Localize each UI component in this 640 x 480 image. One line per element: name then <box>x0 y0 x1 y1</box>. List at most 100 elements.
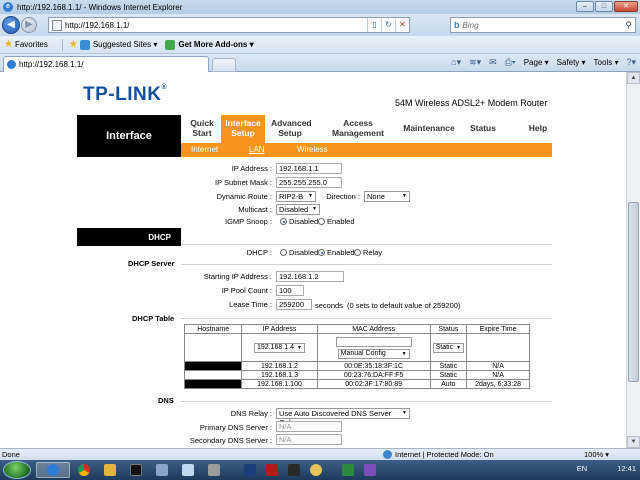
app-icon <box>310 464 322 476</box>
direction-select[interactable]: None <box>364 191 410 202</box>
lease-time-field[interactable]: 259200 <box>276 299 312 310</box>
get-addons-link[interactable]: Get More Add-ons ▾ <box>165 39 254 50</box>
language-indicator[interactable]: EN <box>577 464 587 473</box>
taskbar-ie-button[interactable] <box>36 462 70 478</box>
vertical-scrollbar[interactable]: ▲ ▼ <box>626 72 640 448</box>
compat-view-icon[interactable]: ▯ <box>367 18 381 32</box>
router-model: 54M Wireless ADSL2+ Modem Router <box>395 98 548 108</box>
bing-logo-icon: b <box>454 20 460 30</box>
page-menu[interactable]: Page ▾ <box>524 58 549 67</box>
taskbar-app-button[interactable] <box>304 462 328 478</box>
maximize-button[interactable]: □ <box>595 1 613 12</box>
forward-button[interactable]: ▶ <box>21 17 37 33</box>
start-button[interactable] <box>3 461 31 479</box>
taskbar-app-button[interactable] <box>150 462 174 478</box>
close-window-button[interactable]: ✕ <box>614 1 638 12</box>
taskbar-chrome-button[interactable] <box>72 462 96 478</box>
globe-icon <box>383 450 392 459</box>
multicast-select[interactable]: Disabled <box>276 204 320 215</box>
suggested-sites-link[interactable]: ★ Suggested Sites ▾ <box>69 39 157 50</box>
minimize-button[interactable]: – <box>576 1 594 12</box>
dhcp-relay-radio[interactable]: Relay <box>354 248 382 257</box>
address-field[interactable]: http://192.168.1.1/ ▯ ↻ ✕ <box>48 17 410 33</box>
dns-section: DNS <box>158 396 174 405</box>
safety-menu[interactable]: Safety ▾ <box>557 58 586 67</box>
tab-current[interactable]: http://192.168.1.1/ <box>3 56 209 72</box>
window-title: http://192.168.1.1/ - Windows Internet E… <box>17 2 183 12</box>
print-icon[interactable]: ⎙▾ <box>505 57 516 68</box>
security-zone[interactable]: Internet | Protected Mode: On <box>383 450 494 459</box>
subnav-wireless[interactable]: Wireless <box>297 145 328 154</box>
status-select[interactable]: Static <box>432 342 465 353</box>
taskbar-cmd-button[interactable] <box>124 462 148 478</box>
lease-note: (0 sets to default value of 259200) <box>347 301 461 310</box>
mail-icon[interactable]: ✉ <box>489 57 497 68</box>
scroll-up-icon[interactable]: ▲ <box>627 72 640 84</box>
subnet-mask-field[interactable]: 255.255.255.0 <box>276 177 342 188</box>
nav-access-management[interactable]: Access Management <box>329 118 387 138</box>
status-bar: Done Internet | Protected Mode: On 100% … <box>0 448 640 460</box>
home-icon[interactable]: ⌂▾ <box>451 57 461 68</box>
lease-time-label: Lease Time : <box>229 300 272 309</box>
favorites-star-icon: ★ <box>4 39 13 50</box>
back-button[interactable]: ◀ <box>2 16 20 34</box>
refresh-icon[interactable]: ↻ <box>381 18 395 32</box>
table-row[interactable]: 192.168.1.3 00:23:76:DA:FF:F5 Static N/A <box>183 370 530 380</box>
taskbar-app-button[interactable] <box>176 462 200 478</box>
subnav-internet[interactable]: Internet <box>191 145 218 154</box>
primary-dns-field[interactable]: N/A <box>276 421 342 432</box>
ip-select[interactable]: 192.168.1.4 <box>253 342 305 353</box>
feeds-icon[interactable]: ≋▾ <box>469 57 481 68</box>
taskbar-acrobat-button[interactable] <box>260 462 284 478</box>
help-icon[interactable]: ?▾ <box>626 57 636 68</box>
dynamic-route-select[interactable]: RIP2-B <box>276 191 316 202</box>
taskbar-explorer-button[interactable] <box>98 462 122 478</box>
dhcp-disabled-radio[interactable]: Disabled <box>280 248 318 257</box>
favorites-button[interactable]: ★ Favorites <box>0 39 48 50</box>
mac-select[interactable]: Manual Config <box>337 349 410 359</box>
stop-icon[interactable]: ✕ <box>395 18 409 32</box>
address-bar-row: ◀ ▶ http://192.168.1.1/ ▯ ↻ ✕ b Bing ⚲ <box>0 14 640 36</box>
sub-nav: Internet LAN Wireless <box>181 143 552 157</box>
folder-icon <box>104 464 116 476</box>
nav-quick-start[interactable]: Quick Start <box>185 118 219 138</box>
dhcp-enabled-radio[interactable]: Enabled <box>318 248 355 257</box>
ip-cell: 192.168.1.2 <box>241 361 318 371</box>
divider <box>61 38 63 51</box>
nav-status[interactable]: Status <box>467 123 499 133</box>
pool-count-field[interactable]: 100 <box>276 285 304 296</box>
mac-cell: Manual Config <box>316 333 431 362</box>
nav-advanced-setup[interactable]: Advanced Setup <box>271 118 312 138</box>
starting-ip-field[interactable]: 192.168.1.2 <box>276 271 344 282</box>
secondary-dns-field[interactable]: N/A <box>276 434 342 445</box>
taskbar-app-button[interactable] <box>358 462 382 478</box>
clock[interactable]: 12:41 <box>617 464 636 473</box>
radio-selected-icon <box>318 249 325 256</box>
taskbar-photoshop-button[interactable] <box>238 462 262 478</box>
tools-menu[interactable]: Tools ▾ <box>594 58 619 67</box>
nav-help[interactable]: Help <box>527 123 549 133</box>
nav-interface-setup[interactable]: Interface Setup <box>221 115 265 143</box>
search-icon[interactable]: ⚲ <box>625 20 632 31</box>
subnav-lan[interactable]: LAN <box>249 145 265 154</box>
nav-maintenance[interactable]: Maintenance <box>401 123 457 133</box>
taskbar-app-button[interactable] <box>336 462 360 478</box>
chrome-icon <box>78 464 90 476</box>
scroll-thumb[interactable] <box>628 202 639 382</box>
igmp-enabled-radio[interactable]: Enabled <box>318 217 355 226</box>
taskbar-app-button[interactable] <box>202 462 226 478</box>
new-tab-button[interactable] <box>212 58 236 72</box>
zoom-control[interactable]: 100% ▾ <box>584 450 609 459</box>
mac-input[interactable] <box>335 337 412 347</box>
divider <box>181 264 552 265</box>
dns-relay-select[interactable]: Use Auto Discovered DNS Server Only <box>276 408 410 427</box>
search-placeholder: Bing <box>462 20 479 30</box>
search-box[interactable]: b Bing ⚲ <box>450 17 636 33</box>
table-row[interactable]: 192.168.1.100 00:02:3F:17:80:89 Auto 2da… <box>183 379 530 389</box>
taskbar-app-button[interactable] <box>282 462 306 478</box>
table-row[interactable]: 192.168.1.2 00:0E:35:18:3F:1C Static N/A <box>183 361 530 371</box>
ip-address-field[interactable]: 192.168.1.1 <box>276 163 342 174</box>
igmp-disabled-radio[interactable]: Disabled <box>280 217 318 226</box>
app-icon <box>208 464 220 476</box>
scroll-down-icon[interactable]: ▼ <box>627 436 640 448</box>
